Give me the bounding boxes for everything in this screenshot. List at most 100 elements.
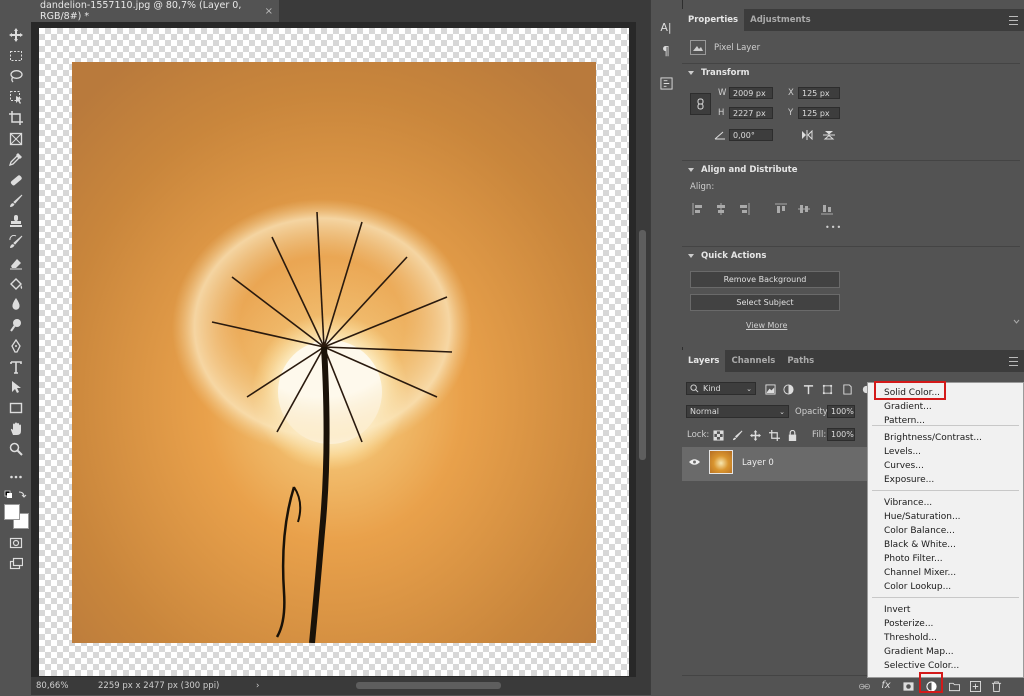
crop-tool-icon[interactable] — [5, 109, 27, 127]
history-brush-tool-icon[interactable] — [5, 233, 27, 251]
menu-item[interactable]: Vibrance... — [884, 497, 932, 509]
menu-item[interactable]: Gradient... — [884, 401, 932, 413]
opacity-field[interactable]: 100% — [827, 405, 855, 418]
layer-thumbnail[interactable] — [709, 450, 733, 474]
character-panel-icon[interactable]: A| — [657, 18, 675, 36]
layers-menu-icon[interactable] — [1009, 357, 1018, 366]
dodge-tool-icon[interactable] — [5, 316, 27, 334]
lock-all-icon[interactable] — [786, 429, 798, 441]
quick-actions-header[interactable]: Quick Actions — [688, 251, 766, 261]
brush-tool-icon[interactable] — [5, 192, 27, 210]
tab-layers[interactable]: Layers — [682, 350, 726, 372]
frame-tool-icon[interactable] — [5, 130, 27, 148]
tab-paths[interactable]: Paths — [781, 350, 820, 372]
document-tab[interactable]: dandelion-1557110.jpg @ 80,7% (Layer 0, … — [31, 0, 279, 22]
align-center-horizontal-icon[interactable] — [715, 203, 727, 215]
more-options-icon[interactable]: ••• — [825, 223, 842, 232]
select-subject-button[interactable]: Select Subject — [690, 294, 840, 311]
object-selection-tool-icon[interactable] — [5, 88, 27, 106]
menu-item[interactable]: Levels... — [884, 446, 921, 458]
menu-item[interactable]: Black & White... — [884, 539, 956, 551]
layer-row[interactable]: Layer 0 — [682, 447, 868, 481]
angle-field[interactable]: 0,00° — [729, 129, 773, 141]
pen-tool-icon[interactable] — [5, 337, 27, 355]
screen-mode-icon[interactable] — [5, 555, 27, 573]
height-field[interactable]: 2227 px — [729, 107, 773, 119]
menu-item[interactable]: Invert — [884, 604, 910, 616]
align-header[interactable]: Align and Distribute — [688, 165, 798, 175]
hand-tool-icon[interactable] — [5, 420, 27, 438]
layer-name[interactable]: Layer 0 — [742, 458, 774, 468]
menu-item[interactable]: Curves... — [884, 460, 924, 472]
blend-mode-select[interactable]: Normal ⌄ — [686, 405, 789, 418]
marquee-tool-icon[interactable] — [5, 47, 27, 65]
lock-image-pixels-icon[interactable] — [731, 429, 743, 441]
menu-item[interactable]: Exposure... — [884, 474, 934, 486]
align-bottom-icon[interactable] — [821, 203, 833, 215]
new-layer-icon[interactable] — [969, 680, 981, 692]
align-left-icon[interactable] — [692, 203, 704, 215]
fx-layer-style-icon[interactable]: fx — [880, 679, 892, 691]
flip-vertical-icon[interactable] — [823, 130, 835, 140]
view-more-link[interactable]: View More — [746, 321, 787, 330]
paragraph-panel-icon[interactable]: ¶ — [657, 42, 675, 60]
y-field[interactable]: 125 px — [798, 107, 840, 119]
menu-item[interactable]: Color Balance... — [884, 525, 955, 537]
type-tool-icon[interactable] — [5, 358, 27, 376]
quick-mask-icon[interactable] — [5, 534, 27, 552]
document-canvas[interactable] — [39, 28, 629, 676]
menu-item[interactable]: Hue/Saturation... — [884, 511, 961, 523]
more-tools-icon[interactable] — [5, 468, 27, 486]
align-center-vertical-icon[interactable] — [798, 203, 810, 215]
align-right-icon[interactable] — [738, 203, 750, 215]
vertical-scroll-thumb[interactable] — [639, 230, 646, 460]
healing-brush-tool-icon[interactable] — [5, 171, 27, 189]
scroll-down-icon[interactable] — [1013, 310, 1020, 326]
path-selection-tool-icon[interactable] — [5, 378, 27, 396]
remove-background-button[interactable]: Remove Background — [690, 271, 840, 288]
filter-kind-select[interactable]: Kind ⌄ — [686, 382, 756, 395]
delete-layer-icon[interactable] — [990, 680, 1002, 692]
foreground-background-color-icon[interactable] — [4, 504, 30, 530]
lock-position-icon[interactable] — [749, 429, 761, 441]
eye-icon[interactable] — [689, 458, 700, 466]
default-colors-icon[interactable] — [4, 490, 28, 500]
link-layers-icon[interactable] — [858, 680, 870, 692]
menu-item[interactable]: Brightness/Contrast... — [884, 432, 982, 444]
zoom-tool-icon[interactable] — [5, 440, 27, 458]
clone-stamp-tool-icon[interactable] — [5, 212, 27, 230]
zoom-level[interactable]: 80,66% — [31, 681, 76, 691]
width-field[interactable]: 2009 px — [729, 87, 773, 99]
filter-smart-object-icon[interactable] — [841, 383, 853, 395]
filter-pixel-icon[interactable] — [764, 383, 776, 395]
eraser-tool-icon[interactable] — [5, 254, 27, 272]
lock-artboard-icon[interactable] — [768, 429, 780, 441]
fill-field[interactable]: 100% — [827, 428, 855, 441]
close-tab-icon[interactable]: × — [265, 6, 273, 17]
align-top-icon[interactable] — [775, 203, 787, 215]
rectangle-tool-icon[interactable] — [5, 399, 27, 417]
paint-bucket-tool-icon[interactable] — [5, 275, 27, 293]
transform-header[interactable]: Transform — [688, 68, 750, 78]
menu-item[interactable]: Color Lookup... — [884, 581, 951, 593]
menu-item[interactable]: Threshold... — [884, 632, 937, 644]
glyphs-panel-icon[interactable] — [657, 74, 675, 92]
new-group-icon[interactable] — [948, 680, 960, 692]
vertical-scrollbar[interactable] — [636, 22, 650, 677]
menu-item[interactable]: Channel Mixer... — [884, 567, 956, 579]
flip-horizontal-icon[interactable] — [801, 130, 813, 140]
menu-item[interactable]: Posterize... — [884, 618, 933, 630]
menu-item[interactable]: Selective Color... — [884, 660, 959, 672]
status-arrow-icon[interactable]: › — [238, 681, 259, 691]
tab-properties[interactable]: Properties — [682, 9, 745, 31]
x-field[interactable]: 125 px — [798, 87, 840, 99]
filter-shape-icon[interactable] — [821, 383, 833, 395]
menu-item[interactable]: Gradient Map... — [884, 646, 954, 658]
blur-tool-icon[interactable] — [5, 295, 27, 313]
tab-channels[interactable]: Channels — [725, 350, 781, 372]
menu-item[interactable]: Photo Filter... — [884, 553, 943, 565]
eyedropper-tool-icon[interactable] — [5, 150, 27, 168]
filter-type-icon[interactable] — [802, 383, 814, 395]
filter-adjustment-icon[interactable] — [782, 383, 794, 395]
panel-menu-icon[interactable] — [1009, 16, 1018, 25]
